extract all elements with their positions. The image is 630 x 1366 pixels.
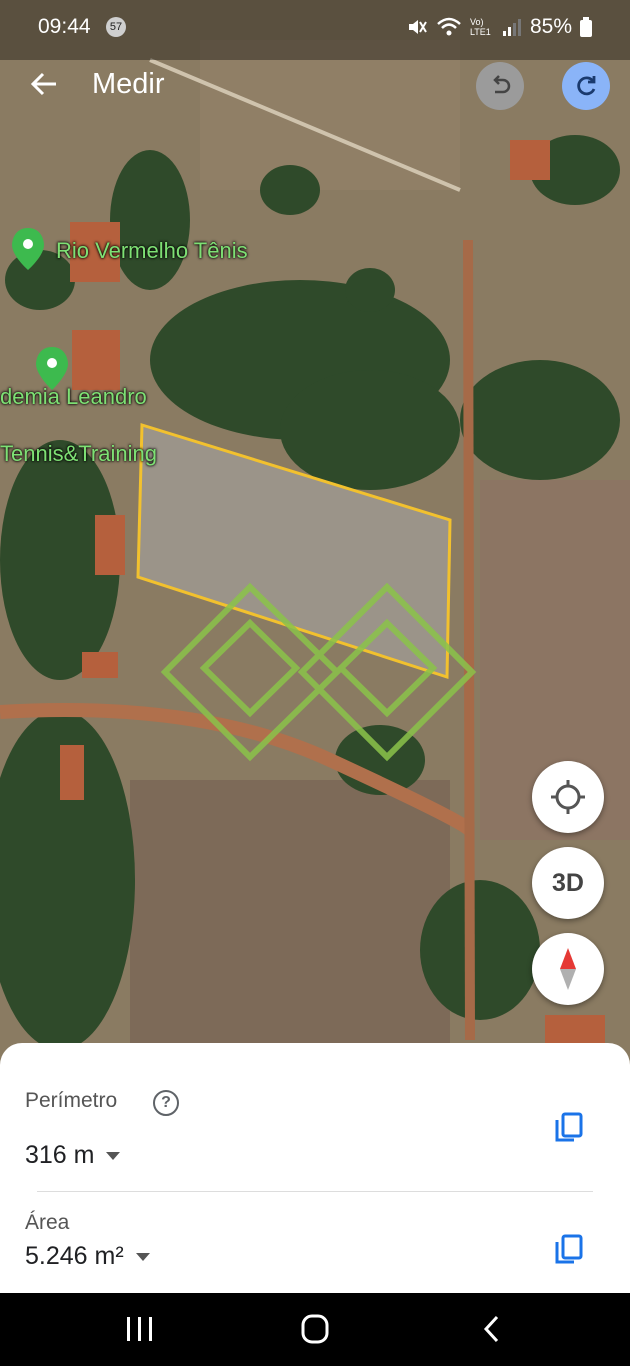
copy-perimeter-icon[interactable] (552, 1110, 586, 1144)
notification-count-badge: 57 (106, 17, 126, 37)
place-label-rio-vermelho[interactable]: Rio Vermelho Tênis (56, 238, 248, 264)
compass-button[interactable] (532, 933, 604, 1005)
place-label-academia-line2[interactable]: Tennis&Training (0, 441, 157, 467)
field-area (130, 780, 450, 1050)
area-label: Área (25, 1211, 70, 1234)
my-location-button[interactable] (532, 761, 604, 833)
compass-icon (560, 948, 576, 990)
network-type: Vo) LTE1 (469, 17, 491, 37)
chevron-down-icon (135, 1253, 150, 1262)
my-location-icon (551, 780, 585, 814)
status-time: 09:44 (38, 15, 91, 38)
place-label-academia-line1[interactable]: demia Leandro (0, 384, 147, 410)
back-icon[interactable] (472, 1311, 512, 1347)
redo-button[interactable] (562, 62, 610, 110)
system-nav-bar (0, 1293, 630, 1366)
recents-icon[interactable] (120, 1311, 160, 1347)
undo-icon (493, 75, 511, 94)
undo-button[interactable] (476, 62, 524, 110)
perimeter-value[interactable]: 316 m (25, 1141, 121, 1170)
3d-toggle-button[interactable]: 3D (532, 847, 604, 919)
help-icon[interactable]: ? (153, 1090, 179, 1116)
perimeter-label: Perímetro (25, 1089, 118, 1112)
area-value[interactable]: 5.246 m² (25, 1242, 150, 1271)
measure-toolbar: Medir (0, 58, 630, 118)
battery-icon (580, 17, 592, 37)
chevron-down-icon (106, 1152, 121, 1161)
perimeter-value-text: 316 m (25, 1141, 95, 1169)
3d-label: 3D (552, 868, 584, 897)
home-icon[interactable] (295, 1311, 335, 1347)
redo-icon (577, 76, 596, 96)
battery-percent: 85% (529, 15, 572, 38)
back-arrow-icon[interactable] (26, 66, 62, 102)
status-bar: 09:44 57 Vo) LTE1 85% (0, 0, 630, 56)
mute-icon (408, 20, 427, 34)
page-title: Medir (92, 68, 165, 100)
signal-icon (502, 19, 521, 36)
wifi-icon (437, 17, 461, 36)
area-value-text: 5.246 m² (25, 1242, 124, 1270)
measurement-sheet: Perímetro ? 316 m Área 5.246 m² (0, 1043, 630, 1293)
divider (37, 1191, 593, 1192)
copy-area-icon[interactable] (552, 1232, 586, 1266)
